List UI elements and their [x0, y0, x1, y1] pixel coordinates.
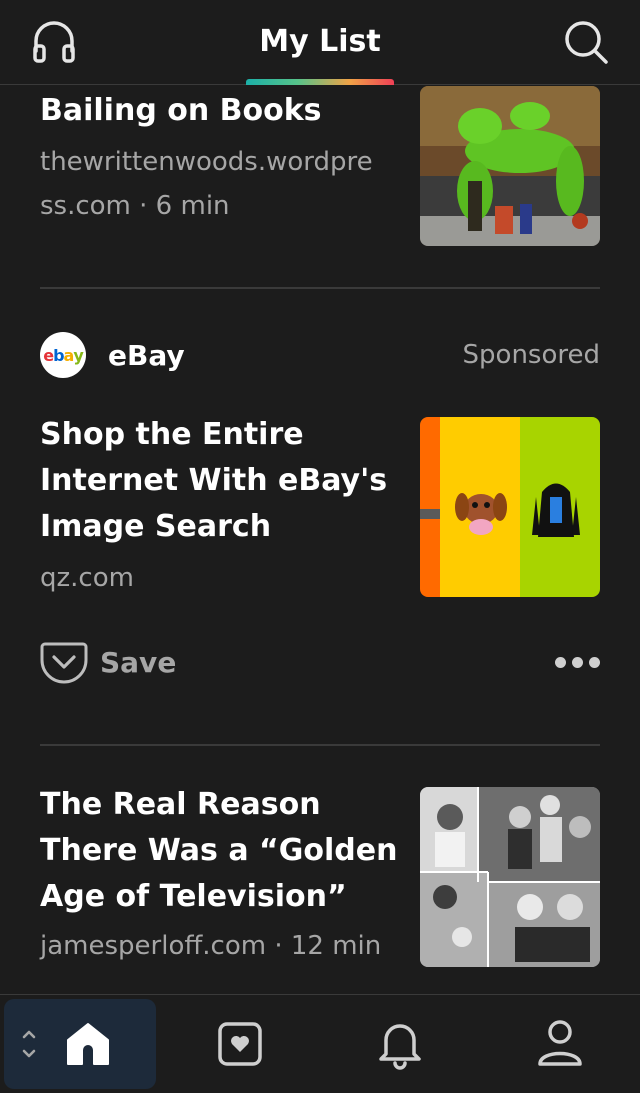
tv-collage-image	[420, 787, 600, 967]
divider	[40, 744, 600, 746]
item-thumbnail[interactable]	[420, 417, 600, 597]
divider	[40, 287, 600, 289]
expand-chevrons-icon	[22, 1030, 36, 1058]
bell-icon	[379, 1024, 421, 1070]
nav-home[interactable]	[4, 999, 156, 1089]
search-button[interactable]	[560, 16, 612, 68]
page-title: My List	[259, 24, 381, 59]
home-icon	[67, 1023, 109, 1065]
search-icon	[565, 21, 608, 64]
item-thumbnail[interactable]	[420, 787, 600, 967]
nav-profile[interactable]	[484, 999, 636, 1089]
nav-notifications[interactable]	[324, 999, 476, 1089]
profile-icon	[538, 1020, 582, 1066]
sponsor-name: eBay	[108, 338, 185, 372]
ebay-logo: ebay	[40, 332, 86, 378]
save-button[interactable]: Save	[100, 646, 176, 679]
more-dot	[555, 656, 566, 668]
save-row: Save	[40, 638, 600, 686]
item-thumbnail[interactable]	[420, 86, 600, 246]
top-app-bar: My List	[0, 0, 640, 85]
ebay-product-image	[420, 417, 600, 597]
more-dot	[589, 656, 600, 668]
sponsored-label: Sponsored	[462, 340, 600, 370]
nav-saves[interactable]	[164, 999, 316, 1089]
pocket-save-icon[interactable]	[40, 640, 88, 684]
frog-toy-image	[420, 86, 600, 246]
saves-icon	[218, 1022, 262, 1066]
list-content[interactable]: Bailing on Books thewrittenwoods.wordpre…	[0, 86, 640, 994]
more-options-button[interactable]	[555, 656, 600, 668]
sponsor-row: ebay eBay Sponsored	[40, 332, 600, 378]
more-dot	[572, 656, 583, 668]
tab-indicator	[246, 79, 394, 85]
bottom-nav	[0, 994, 640, 1093]
